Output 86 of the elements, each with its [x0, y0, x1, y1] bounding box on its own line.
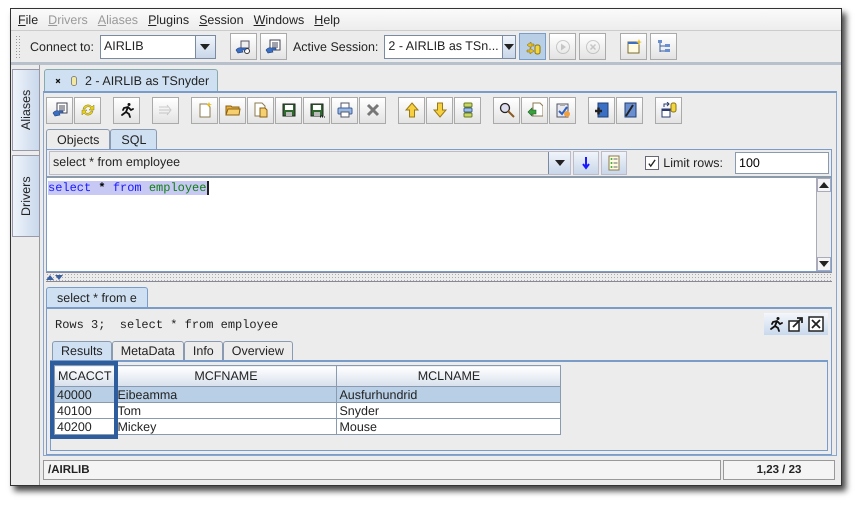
- toolbar-button[interactable]: [331, 96, 358, 124]
- table-cell: Mouse: [336, 418, 561, 434]
- play-icon: [554, 38, 571, 54]
- table-cell: 40100: [54, 402, 115, 418]
- sidebar-tab[interactable]: Aliases: [12, 69, 40, 151]
- column-header[interactable]: MCACCT: [54, 366, 115, 386]
- toolbar-button[interactable]: [303, 96, 330, 124]
- save-as-icon: [308, 102, 324, 118]
- tab[interactable]: SQL: [110, 129, 158, 149]
- toolbar-button[interactable]: [616, 96, 643, 124]
- caret-icon: [200, 44, 210, 50]
- table-cell: 40200: [54, 418, 115, 434]
- connect-combo[interactable]: AIRLIB: [100, 34, 216, 58]
- toolbar-button[interactable]: [113, 96, 140, 124]
- toolbar-button[interactable]: [573, 151, 600, 175]
- session-label: Active Session:: [292, 40, 380, 54]
- save-icon: [280, 102, 296, 118]
- book-pen-icon: [622, 102, 638, 118]
- database-window-icon: [660, 102, 676, 118]
- delete-icon: [364, 102, 380, 118]
- refresh-icon: [80, 102, 96, 118]
- checklist-icon: [606, 155, 622, 171]
- up-arrow-icon: [404, 102, 420, 118]
- new-file-icon: [196, 102, 212, 118]
- dropdown-button[interactable]: [502, 36, 516, 58]
- toolbar-button[interactable]: [46, 96, 73, 124]
- caret-icon: [554, 160, 565, 166]
- sidebar-tab[interactable]: Drivers: [12, 155, 40, 237]
- tab-label: 2 - AIRLIB as TSnyder: [85, 74, 210, 88]
- result-summary: Rows 3; select * from employee: [54, 317, 278, 332]
- status-path: /AIRLIB: [43, 460, 721, 480]
- session-tab[interactable]: 2 - AIRLIB as TSnyder: [44, 69, 218, 91]
- toolbar-button[interactable]: [493, 96, 520, 124]
- menu-item[interactable]: Help: [309, 12, 346, 26]
- tab[interactable]: Objects: [46, 129, 110, 149]
- menu-item[interactable]: Windows: [248, 12, 310, 26]
- result-tab[interactable]: select * from e: [46, 287, 148, 307]
- toolbar-button[interactable]: [454, 96, 481, 124]
- scroll-up-button[interactable]: [817, 178, 831, 192]
- menu-item[interactable]: Plugins: [143, 12, 194, 26]
- book-plus-icon: [594, 102, 610, 118]
- running-man-icon: [118, 102, 134, 118]
- arrows-icon: [158, 102, 174, 118]
- arrows-database-icon: [524, 38, 541, 54]
- check-icon: [647, 158, 658, 168]
- sql-history-combo[interactable]: select * from employee: [49, 151, 572, 175]
- hand-gear-icon: [235, 38, 252, 54]
- session-combo[interactable]: 2 - AIRLIB as TSn...: [384, 34, 516, 58]
- down-arrow-icon: [432, 102, 448, 118]
- tab[interactable]: Overview: [222, 341, 293, 360]
- cursor-position: 1,23 / 23: [723, 460, 835, 480]
- toolbar-button[interactable]: [549, 96, 576, 124]
- tree-icon: [656, 38, 672, 54]
- toolbar-button[interactable]: [655, 96, 682, 124]
- toolbar-button[interactable]: [588, 96, 615, 124]
- toolbar-button[interactable]: [650, 33, 678, 60]
- printer-icon: [336, 102, 352, 118]
- table-cell: 40000: [54, 386, 115, 402]
- new-window-icon: [626, 38, 642, 54]
- export-icon: [526, 102, 542, 118]
- dropdown-button[interactable]: [548, 152, 570, 174]
- hand-card-icon: [52, 102, 68, 118]
- tab[interactable]: Results: [52, 341, 112, 360]
- scrollbar[interactable]: [816, 178, 831, 271]
- sql-text: select * from employee: [48, 181, 210, 195]
- checkbox[interactable]: [645, 156, 660, 170]
- menu-item[interactable]: Session: [194, 12, 249, 26]
- scroll-down-button[interactable]: [817, 257, 831, 271]
- table-cell: Snyder: [336, 402, 561, 418]
- checkbox-label: Limit rows:: [663, 156, 723, 170]
- clipboard-check-icon: [554, 102, 570, 118]
- hand-card-icon: [265, 38, 282, 54]
- files-icon: [252, 102, 268, 118]
- limit-rows-field[interactable]: 100: [735, 152, 829, 174]
- toolbar-button[interactable]: [260, 33, 287, 60]
- menu-item[interactable]: File: [13, 12, 44, 26]
- search-icon: [498, 102, 514, 118]
- toolbar-button[interactable]: [275, 96, 302, 124]
- table-cell: Ausfurhundrid: [336, 386, 561, 402]
- connect-label: Connect to:: [29, 40, 95, 54]
- tab[interactable]: MetaData: [112, 341, 184, 360]
- stop-icon: [584, 38, 601, 54]
- column-header[interactable]: MCLNAME: [336, 366, 561, 386]
- dropdown-button[interactable]: [194, 36, 215, 58]
- tab[interactable]: Info: [184, 341, 223, 360]
- toolbar-button[interactable]: [230, 33, 257, 60]
